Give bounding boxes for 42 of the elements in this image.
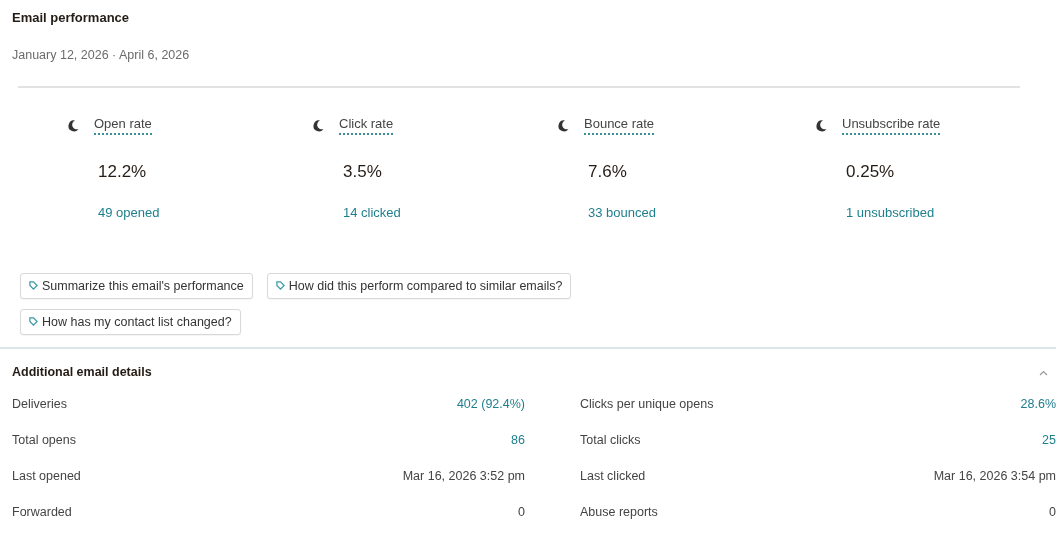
detail-value: 0 [518,503,525,521]
section-title: Additional email details [12,363,152,381]
moon-icon [556,118,570,133]
detail-label: Last opened [12,467,81,485]
metric-label[interactable]: Bounce rate [584,116,655,135]
detail-value-link[interactable]: 28.6% [1020,394,1056,414]
detail-label: Forwarded [12,503,72,521]
tag-icon [29,281,38,290]
detail-label: Total clicks [580,431,641,449]
metric-link[interactable]: 33 bounced [588,203,656,223]
detail-value: Mar 16, 2026 3:52 pm [402,467,525,485]
tag-icon [29,317,38,326]
detail-value: Mar 16, 2026 3:54 pm [933,467,1056,485]
metric-value: 3.5% [343,161,383,183]
moon-icon [311,118,325,133]
metric-link[interactable]: 1 unsubscribed [846,203,935,223]
detail-label: Clicks per unique opens [580,395,714,413]
section-title: Email performance [12,9,131,27]
detail-value-link[interactable]: 402 (92.4%) [456,394,525,414]
metric-value: 0.25% [846,161,896,183]
collapse-icon[interactable] [1039,370,1048,377]
prompt-button[interactable]: How has my contact list changed? [20,308,241,335]
prompt-button[interactable]: Summarize this email's performance [20,272,253,299]
moon-icon [814,118,828,133]
metric-link[interactable]: 49 opened [98,203,160,223]
prompt-button[interactable]: How did this perform compared to similar emails? [266,272,572,299]
moon-icon [66,118,80,133]
date-range: January 12, 2026 · April 6, 2026 [12,47,191,64]
metric-label[interactable]: Click rate [339,116,394,135]
detail-label: Total opens [12,431,76,449]
metric-link[interactable]: 14 clicked [343,203,401,223]
metric-value: 12.2% [98,161,148,183]
metric-value: 7.6% [588,161,628,183]
detail-value-link[interactable]: 86 [511,430,525,450]
detail-value: 0 [1049,503,1056,521]
detail-value-link[interactable]: 25 [1042,430,1056,450]
tag-icon [275,281,285,290]
detail-label: Abuse reports [580,503,658,521]
metric-label[interactable]: Open rate [94,116,152,135]
detail-label: Deliveries [12,395,67,413]
detail-label: Last clicked [580,467,646,485]
metric-label[interactable]: Unsubscribe rate [842,116,941,135]
